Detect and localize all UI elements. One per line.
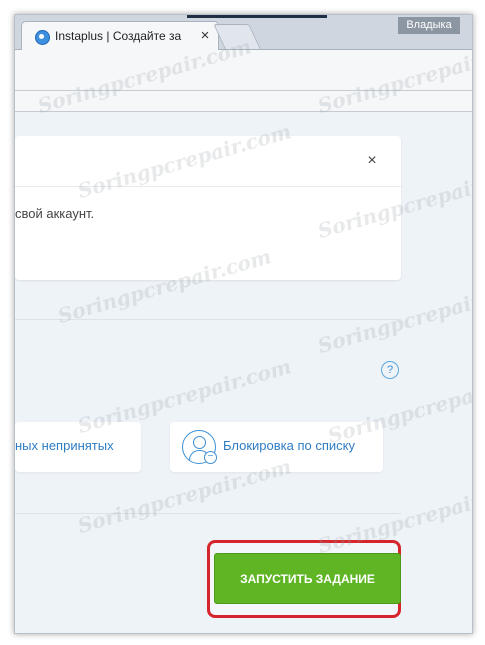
help-icon[interactable]: ? bbox=[381, 361, 399, 379]
browser-window: Instaplus | Создайте за × Владыка × свой… bbox=[14, 14, 473, 634]
option-label: ных непринятых bbox=[15, 438, 114, 453]
loading-bar bbox=[187, 15, 327, 18]
option-ignore-unaccepted[interactable]: ных непринятых bbox=[15, 422, 141, 472]
tab-instaplus[interactable]: Instaplus | Создайте за × bbox=[21, 21, 219, 51]
start-task-button[interactable]: ЗАПУСТИТЬ ЗАДАНИЕ bbox=[214, 553, 401, 604]
tab-title: Instaplus | Создайте за bbox=[55, 29, 182, 43]
card-divider bbox=[15, 186, 401, 187]
instaplus-favicon-icon bbox=[35, 30, 50, 45]
watermark-text: Soringpcrepair.com bbox=[325, 364, 473, 449]
section-divider bbox=[15, 513, 401, 514]
watermark-text: Soringpcrepair.com bbox=[315, 274, 473, 359]
profile-badge[interactable]: Владыка bbox=[398, 17, 460, 34]
close-icon[interactable]: × bbox=[363, 152, 381, 170]
user-minus-icon: − bbox=[182, 430, 217, 464]
tab-close-icon[interactable]: × bbox=[198, 27, 212, 45]
notice-text: свой аккаунт. bbox=[15, 206, 95, 221]
